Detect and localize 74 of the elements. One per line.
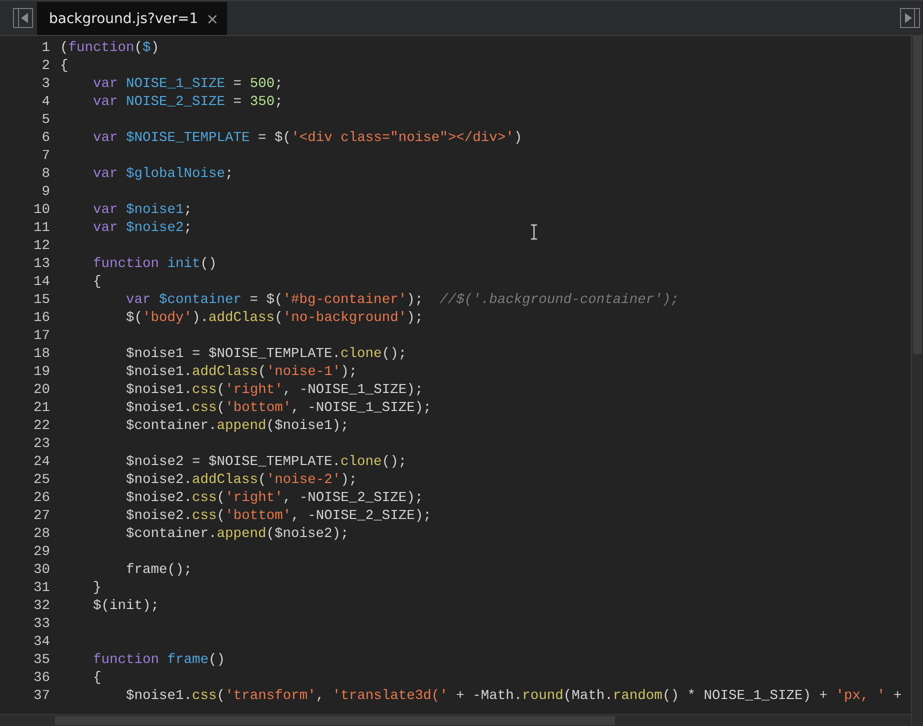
file-tab[interactable]: background.js?ver=1 × [37,2,227,35]
line-number: 36 [33,670,50,688]
line-number: 35 [33,652,50,670]
line-number: 33 [33,616,50,634]
code-line: frame(); [125,562,192,580]
line-number: 25 [33,472,50,490]
line-number: 17 [33,328,50,346]
close-tab-button[interactable]: × [206,10,219,28]
line-number: 15 [33,292,50,310]
collapse-left-button[interactable] [12,8,34,28]
line-number: 19 [33,364,50,382]
code-line: var $NOISE_TEMPLATE = $('<div class="noise"></div>') [92,130,522,148]
line-number: 26 [33,490,50,508]
code-line: function init() [92,256,217,274]
code-line: $noise2.css('right', -NOISE_2_SIZE); [125,490,424,508]
code-line: { [92,274,102,292]
line-number: 6 [42,130,50,148]
panel-right-icon [900,8,920,28]
line-number: 10 [33,202,50,220]
code-line: $container.append($noise1); [125,418,349,436]
code-line: $noise2 = $NOISE_TEMPLATE.clone(); [125,454,407,472]
code-line: (function($) [60,40,160,58]
line-number: 30 [33,562,50,580]
line-number: 20 [33,382,50,400]
code-line: function frame() [92,652,226,670]
code-line: $noise1.css('bottom', -NOISE_1_SIZE); [125,400,432,418]
line-number: 21 [33,400,50,418]
code-line: $noise1.css('right', -NOISE_1_SIZE); [125,382,424,400]
line-number: 12 [33,238,50,256]
code-line: var $container = $('#bg-container'); //$('.background-container'); [125,292,679,310]
line-number: 27 [33,508,50,526]
code-line: $noise1.addClass('noise-1'); [125,364,358,382]
line-number: 16 [33,310,50,328]
line-number: 18 [33,346,50,364]
code-line: $(init); [92,598,160,616]
code-line: var $noise2; [92,220,192,238]
line-number: 32 [33,598,50,616]
line-number: 34 [33,634,50,652]
line-number: 3 [42,76,50,94]
vertical-scrollbar[interactable] [911,36,923,726]
code-line: var $globalNoise; [92,166,234,184]
line-number: 7 [42,148,50,166]
collapse-right-button[interactable] [899,8,921,28]
code-line: var NOISE_2_SIZE = 350; [92,94,283,112]
line-number: 1 [42,40,50,58]
line-number: 14 [33,274,50,292]
line-number: 8 [42,166,50,184]
code-line: var NOISE_1_SIZE = 500; [92,76,283,94]
code-line: $noise1.css('transform', 'translate3d(' + -Math.round(Math.random() * NOISE_1_SIZE) + 'px, ' + [125,688,902,706]
code-line: var $noise1; [92,202,192,220]
panel-left-icon [13,8,33,28]
line-number: 11 [33,220,50,238]
code-line: { [92,670,102,688]
line-number: 5 [42,112,50,130]
horizontal-scrollbar[interactable] [0,714,911,726]
line-number: 23 [33,436,50,454]
line-number: 22 [33,418,50,436]
code-line: $noise1 = $NOISE_TEMPLATE.clone(); [125,346,407,364]
line-number: 28 [33,526,50,544]
code-line: $noise2.css('bottom', -NOISE_2_SIZE); [125,508,432,526]
code-line: $noise2.addClass('noise-2'); [125,472,358,490]
code-line: $('body').addClass('no-background'); [125,310,424,328]
text-cursor-icon [530,224,538,240]
code-line: { [60,58,68,76]
line-number: 13 [33,256,50,274]
line-number: 31 [33,580,50,598]
line-number: 2 [42,58,50,76]
line-number: 24 [33,454,50,472]
line-number: 29 [33,544,50,562]
code-line: } [92,580,102,598]
line-number: 9 [42,184,50,202]
code-line: $container.append($noise2); [125,526,349,544]
line-number: 37 [33,688,50,706]
line-number: 4 [42,94,50,112]
